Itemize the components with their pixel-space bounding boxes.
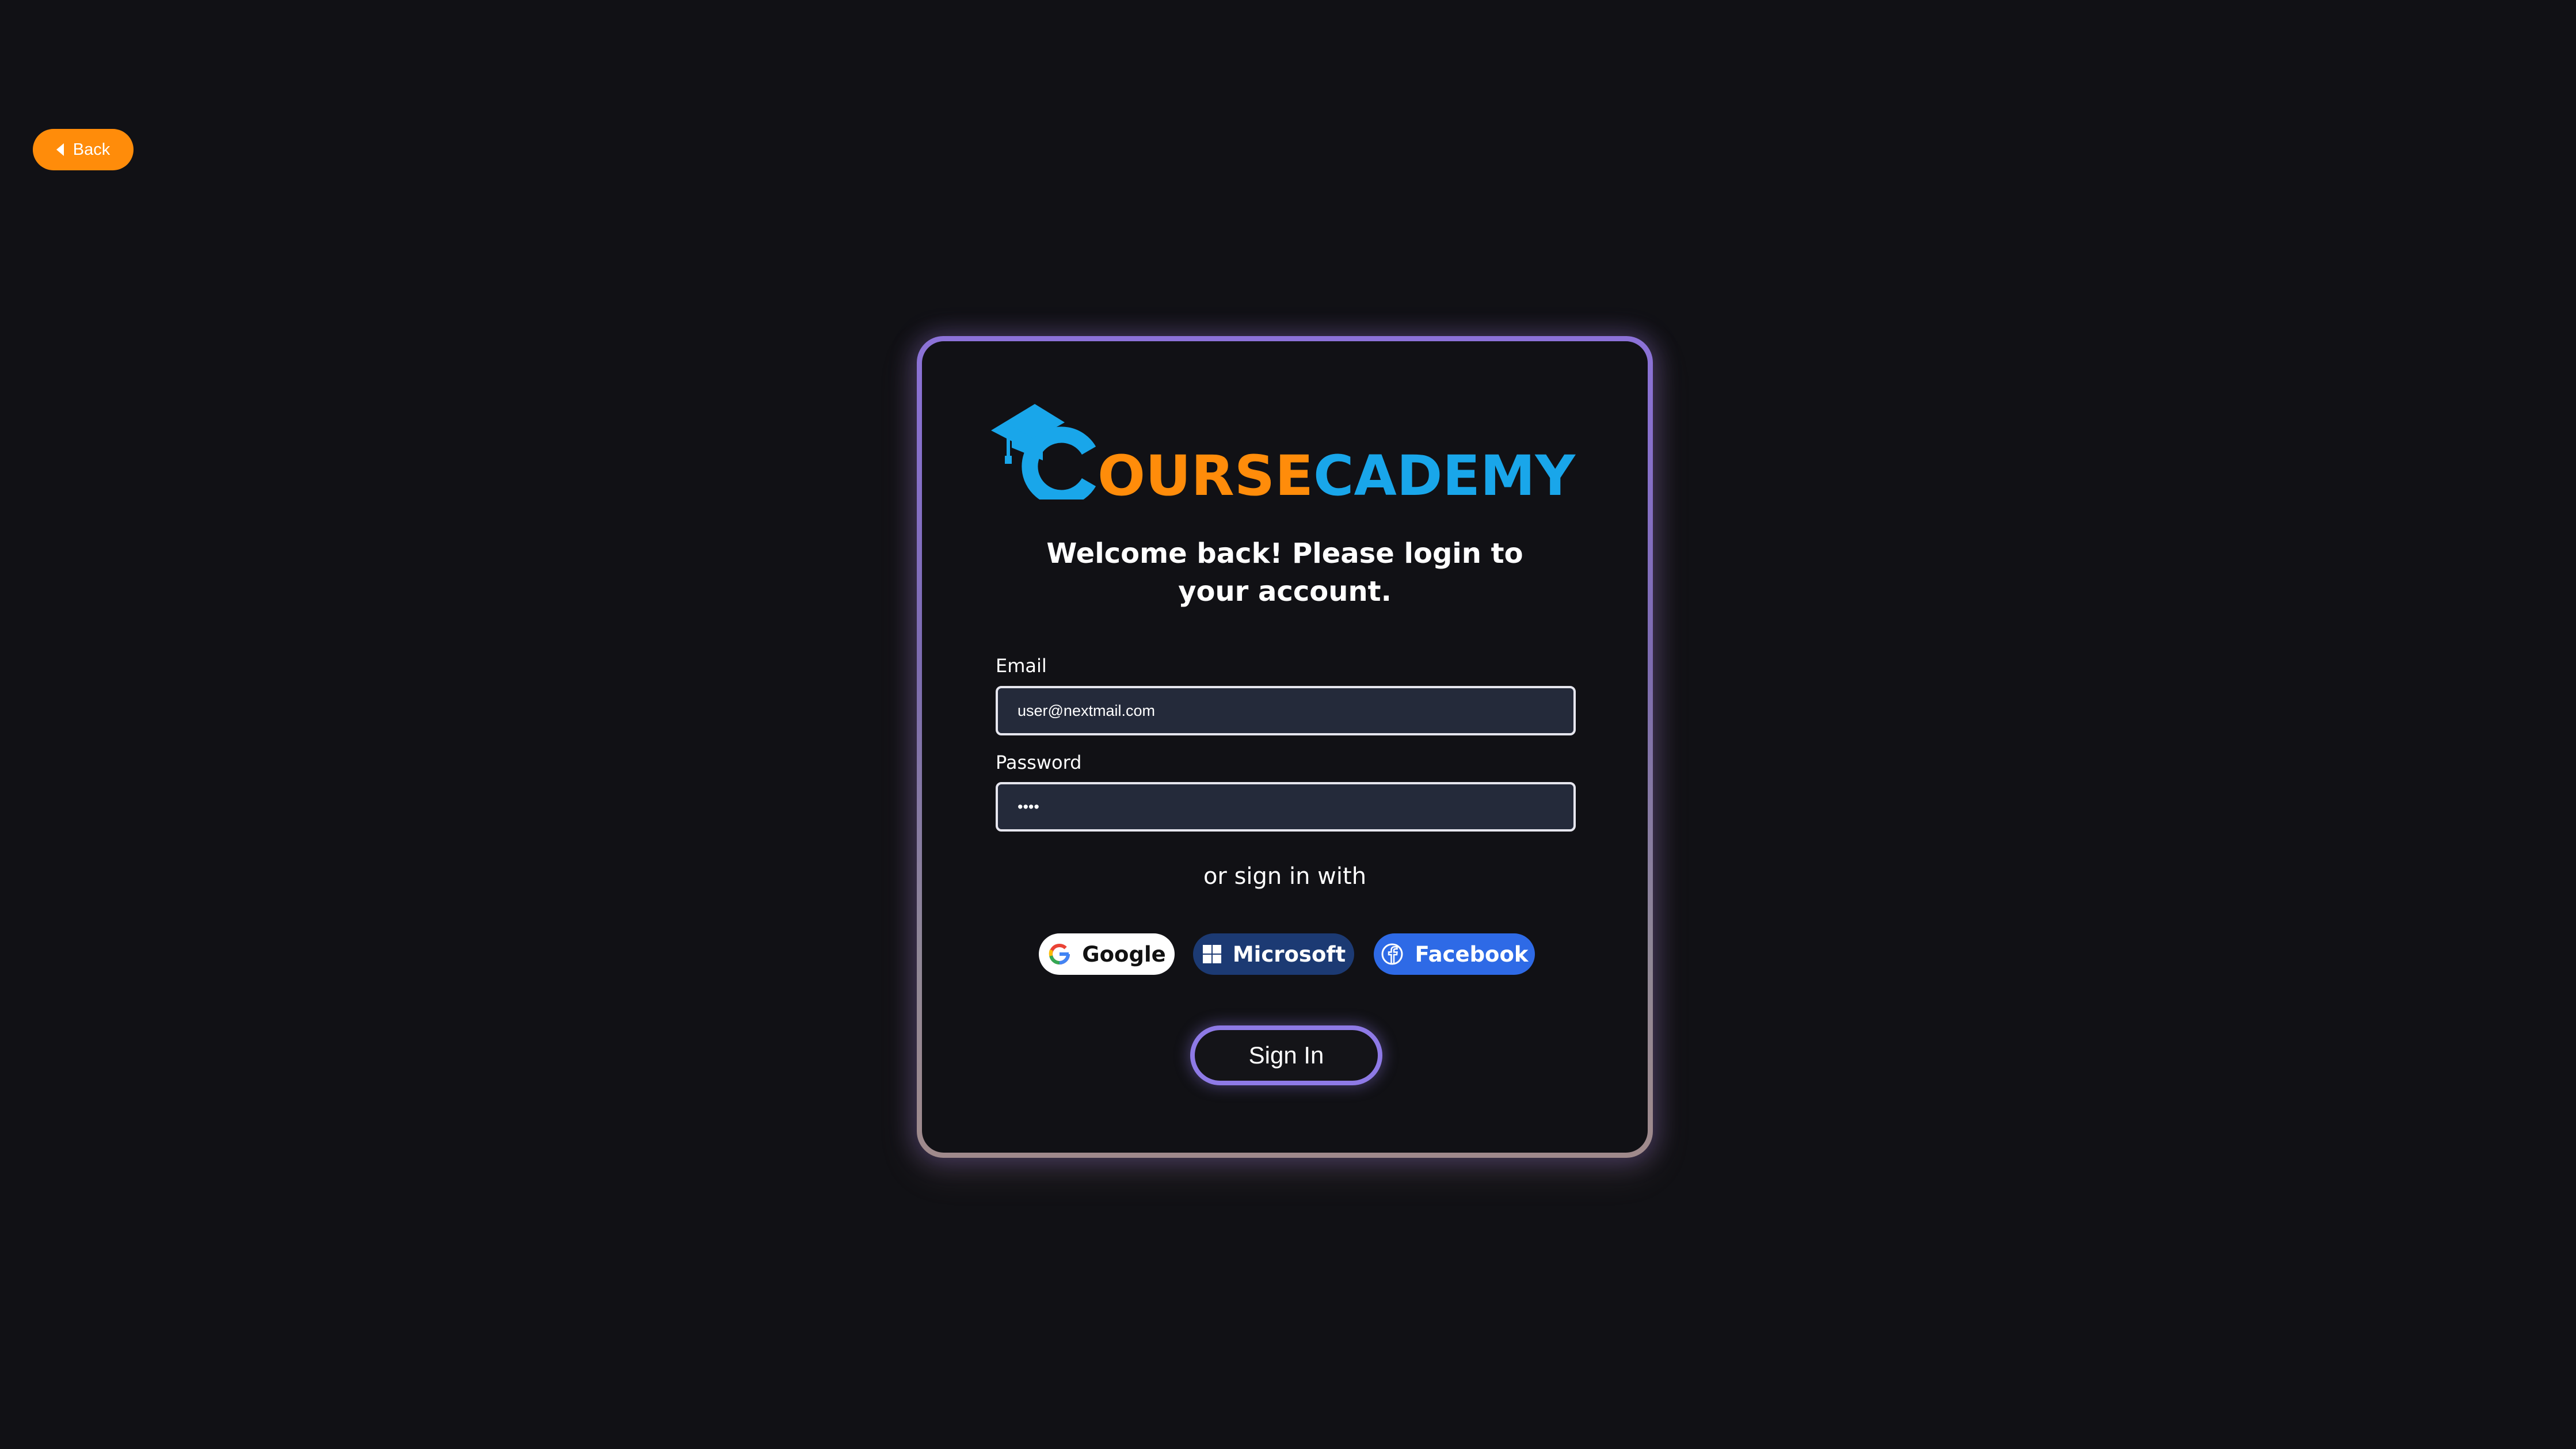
email-field[interactable]: user@nextmail.com bbox=[996, 686, 1576, 735]
caret-left-icon bbox=[56, 143, 64, 156]
google-signin-button[interactable]: Google bbox=[1039, 933, 1175, 975]
password-field[interactable]: •••• bbox=[996, 782, 1576, 832]
password-label: Password bbox=[996, 752, 1082, 773]
back-button[interactable]: Back bbox=[33, 129, 134, 170]
login-card-body: OURSE CADEMY Welcome back! Please login … bbox=[922, 341, 1648, 1153]
alt-signin-text: or sign in with bbox=[1203, 863, 1367, 890]
google-icon bbox=[1049, 944, 1070, 965]
login-card: OURSE CADEMY Welcome back! Please login … bbox=[917, 336, 1653, 1158]
google-label: Google bbox=[1082, 941, 1166, 967]
coursecademy-logo: OURSE CADEMY bbox=[991, 404, 1576, 499]
facebook-icon bbox=[1381, 943, 1403, 965]
windows-icon bbox=[1202, 945, 1221, 963]
microsoft-signin-button[interactable]: Microsoft bbox=[1193, 933, 1354, 975]
sign-in-button[interactable]: Sign In bbox=[1190, 1025, 1382, 1085]
welcome-heading: Welcome back! Please login to your accou… bbox=[1046, 537, 1523, 608]
svg-text:OURSE: OURSE bbox=[1098, 444, 1313, 499]
back-button-label: Back bbox=[73, 140, 110, 159]
email-label: Email bbox=[996, 655, 1047, 677]
svg-text:CADEMY: CADEMY bbox=[1313, 444, 1576, 499]
microsoft-label: Microsoft bbox=[1232, 941, 1346, 967]
facebook-label: Facebook bbox=[1415, 941, 1529, 967]
facebook-signin-button[interactable]: Facebook bbox=[1374, 933, 1535, 975]
